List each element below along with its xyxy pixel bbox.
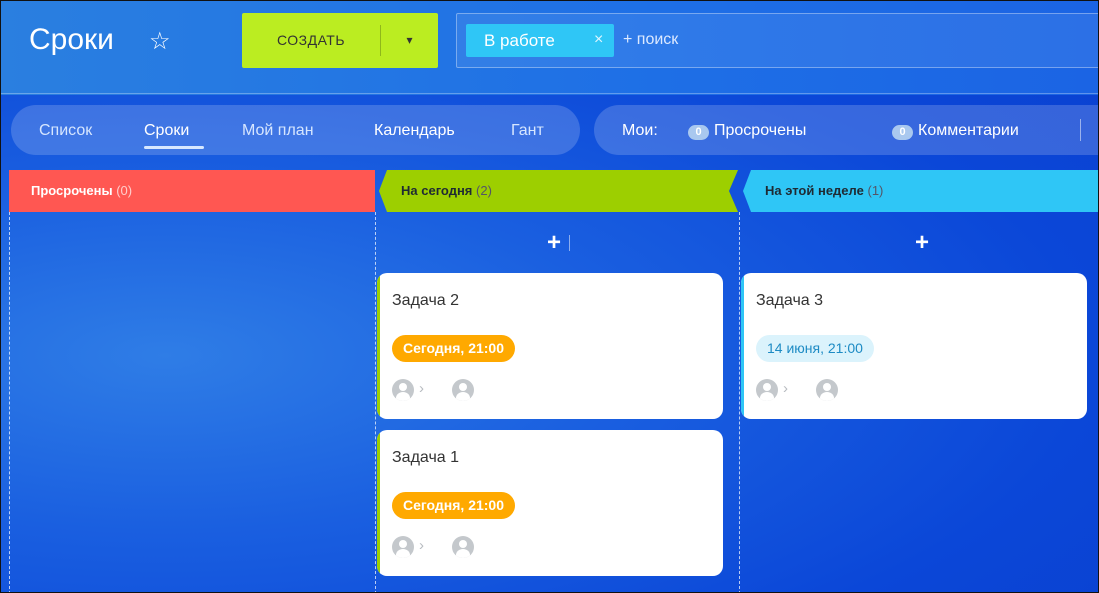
creator-avatar-icon[interactable] bbox=[392, 379, 414, 401]
search-input[interactable]: + поиск bbox=[623, 31, 678, 49]
task-card[interactable]: Задача 1 Сегодня, 21:00 › bbox=[377, 430, 723, 576]
responsible-avatar-icon[interactable] bbox=[816, 379, 838, 401]
overdue-count-badge[interactable]: 0 bbox=[688, 125, 709, 140]
filter-chip[interactable]: В работе × bbox=[466, 24, 614, 57]
task-card[interactable]: Задача 3 14 июня, 21:00 › bbox=[741, 273, 1087, 419]
creator-avatar-icon[interactable] bbox=[392, 536, 414, 558]
deadline-badge[interactable]: 14 июня, 21:00 bbox=[756, 335, 874, 362]
column-title-text: На сегодня bbox=[401, 183, 473, 198]
column-title-text: На этой неделе bbox=[765, 183, 864, 198]
counters-divider bbox=[1080, 119, 1081, 141]
chevron-down-icon[interactable]: ▾ bbox=[381, 13, 438, 68]
comments-counter-link[interactable]: Комментарии bbox=[918, 122, 1019, 140]
page-title: Сроки bbox=[29, 23, 114, 56]
deadline-badge[interactable]: Сегодня, 21:00 bbox=[392, 335, 516, 362]
top-bar: Сроки ☆ СОЗДАТЬ ▾ В работе × + поиск bbox=[1, 1, 1098, 95]
filter-chip-label: В работе bbox=[484, 31, 555, 50]
deadline-badge[interactable]: Сегодня, 21:00 bbox=[392, 492, 516, 519]
column-header-week[interactable]: На этой неделе (1) bbox=[743, 170, 1098, 212]
column-divider bbox=[375, 212, 376, 592]
tab-gantt[interactable]: Гант bbox=[511, 122, 544, 140]
column-title-overdue: Просрочены (0) bbox=[31, 183, 132, 198]
task-card[interactable]: Задача 2 Сегодня, 21:00 › bbox=[377, 273, 723, 419]
column-count: (0) bbox=[116, 183, 133, 198]
chevron-right-icon: › bbox=[419, 537, 424, 554]
column-count: (1) bbox=[867, 183, 884, 198]
overdue-counter-link[interactable]: Просрочены bbox=[714, 122, 806, 140]
column-title-today: На сегодня (2) bbox=[401, 183, 492, 198]
card-status-bar bbox=[377, 430, 380, 576]
active-tab-indicator bbox=[144, 146, 204, 149]
add-button-caret bbox=[569, 235, 570, 251]
create-button-label[interactable]: СОЗДАТЬ bbox=[242, 13, 380, 68]
header-divider bbox=[1, 93, 1098, 94]
column-count: (2) bbox=[476, 183, 492, 198]
column-header-today[interactable]: На сегодня (2) bbox=[379, 170, 738, 212]
add-task-week-button[interactable]: + bbox=[915, 229, 929, 257]
close-icon[interactable]: × bbox=[594, 31, 603, 49]
responsible-avatar-icon[interactable] bbox=[452, 536, 474, 558]
tab-list[interactable]: Список bbox=[39, 122, 92, 140]
task-title[interactable]: Задача 1 bbox=[392, 449, 459, 467]
card-status-bar bbox=[377, 273, 380, 419]
star-outline-icon[interactable]: ☆ bbox=[149, 27, 171, 56]
column-title-week: На этой неделе (1) bbox=[765, 183, 883, 198]
column-header-overdue[interactable]: Просрочены (0) bbox=[9, 170, 375, 212]
task-title[interactable]: Задача 3 bbox=[756, 292, 823, 310]
chevron-right-icon: › bbox=[783, 380, 788, 397]
card-status-bar bbox=[741, 273, 744, 419]
comments-count-badge[interactable]: 0 bbox=[892, 125, 913, 140]
add-task-today-button[interactable]: + bbox=[547, 229, 561, 257]
tab-deadlines[interactable]: Сроки bbox=[144, 122, 189, 140]
task-title[interactable]: Задача 2 bbox=[392, 292, 459, 310]
kanban-window: Сроки ☆ СОЗДАТЬ ▾ В работе × + поиск Спи… bbox=[0, 0, 1099, 593]
creator-avatar-icon[interactable] bbox=[756, 379, 778, 401]
tab-calendar[interactable]: Календарь bbox=[374, 122, 455, 140]
create-button[interactable]: СОЗДАТЬ ▾ bbox=[242, 13, 438, 68]
counters-label: Мои: bbox=[622, 122, 658, 139]
column-divider bbox=[739, 212, 740, 592]
chevron-right-icon: › bbox=[419, 380, 424, 397]
view-tabs: Список Сроки Мой план Календарь Гант bbox=[11, 105, 580, 155]
filter-search-box[interactable]: В работе × + поиск bbox=[456, 13, 1098, 68]
counters-bar: Мои: 0 Просрочены 0 Комментарии bbox=[594, 105, 1098, 155]
responsible-avatar-icon[interactable] bbox=[452, 379, 474, 401]
column-title-text: Просрочены bbox=[31, 183, 113, 198]
column-divider bbox=[9, 212, 10, 592]
tab-my-plan[interactable]: Мой план bbox=[242, 122, 314, 140]
